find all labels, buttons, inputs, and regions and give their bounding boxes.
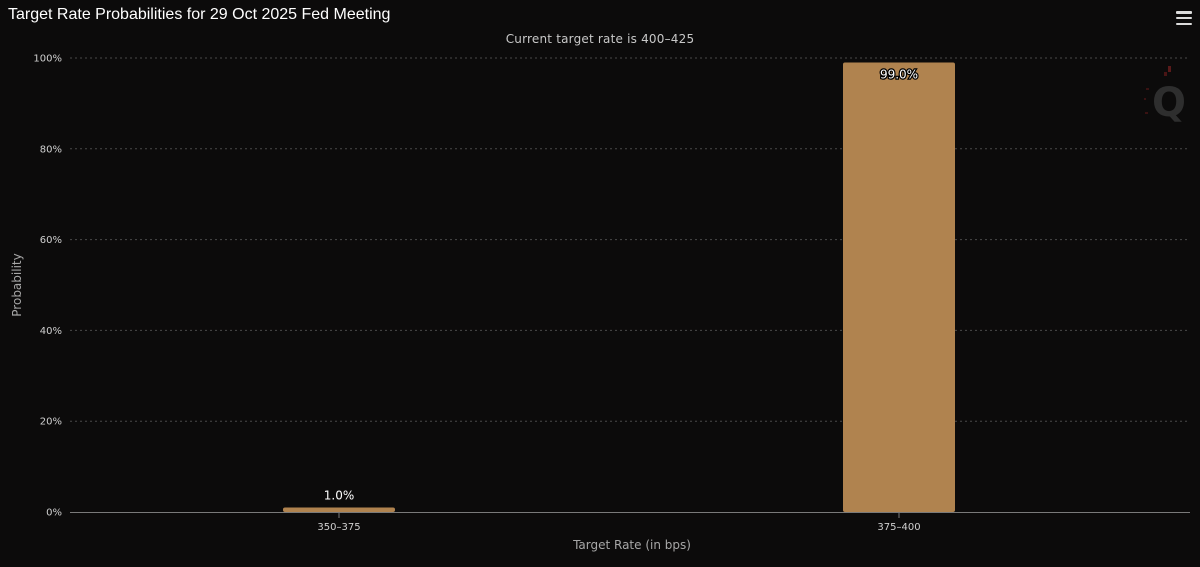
bar[interactable] <box>843 62 955 512</box>
data-labels: 1.0% 99.0% <box>324 66 920 502</box>
y-tick-label: 40% <box>40 326 62 337</box>
bar[interactable] <box>283 507 395 512</box>
x-axis-title: Target Rate (in bps) <box>572 538 691 552</box>
bar-chart: 0% 20% 40% 60% 80% 100% 350–375 375–400 1.0% 99… <box>10 54 1190 552</box>
y-tick-label: 20% <box>40 417 62 428</box>
y-axis-title: Probability <box>10 253 24 316</box>
data-label: 1.0% <box>324 488 355 502</box>
grid-lines <box>70 57 1190 422</box>
y-axis-ticks: 0% 20% 40% 60% 80% 100% <box>33 54 62 519</box>
y-tick-label: 80% <box>40 144 62 155</box>
x-axis: 350–375 375–400 <box>70 512 1190 533</box>
x-tick-label: 375–400 <box>877 522 920 533</box>
data-label: 99.0% <box>880 68 918 82</box>
bars <box>283 62 955 512</box>
y-tick-label: 100% <box>33 54 62 65</box>
x-tick-label: 350–375 <box>317 522 360 533</box>
y-tick-label: 60% <box>40 235 62 246</box>
y-tick-label: 0% <box>46 508 62 519</box>
